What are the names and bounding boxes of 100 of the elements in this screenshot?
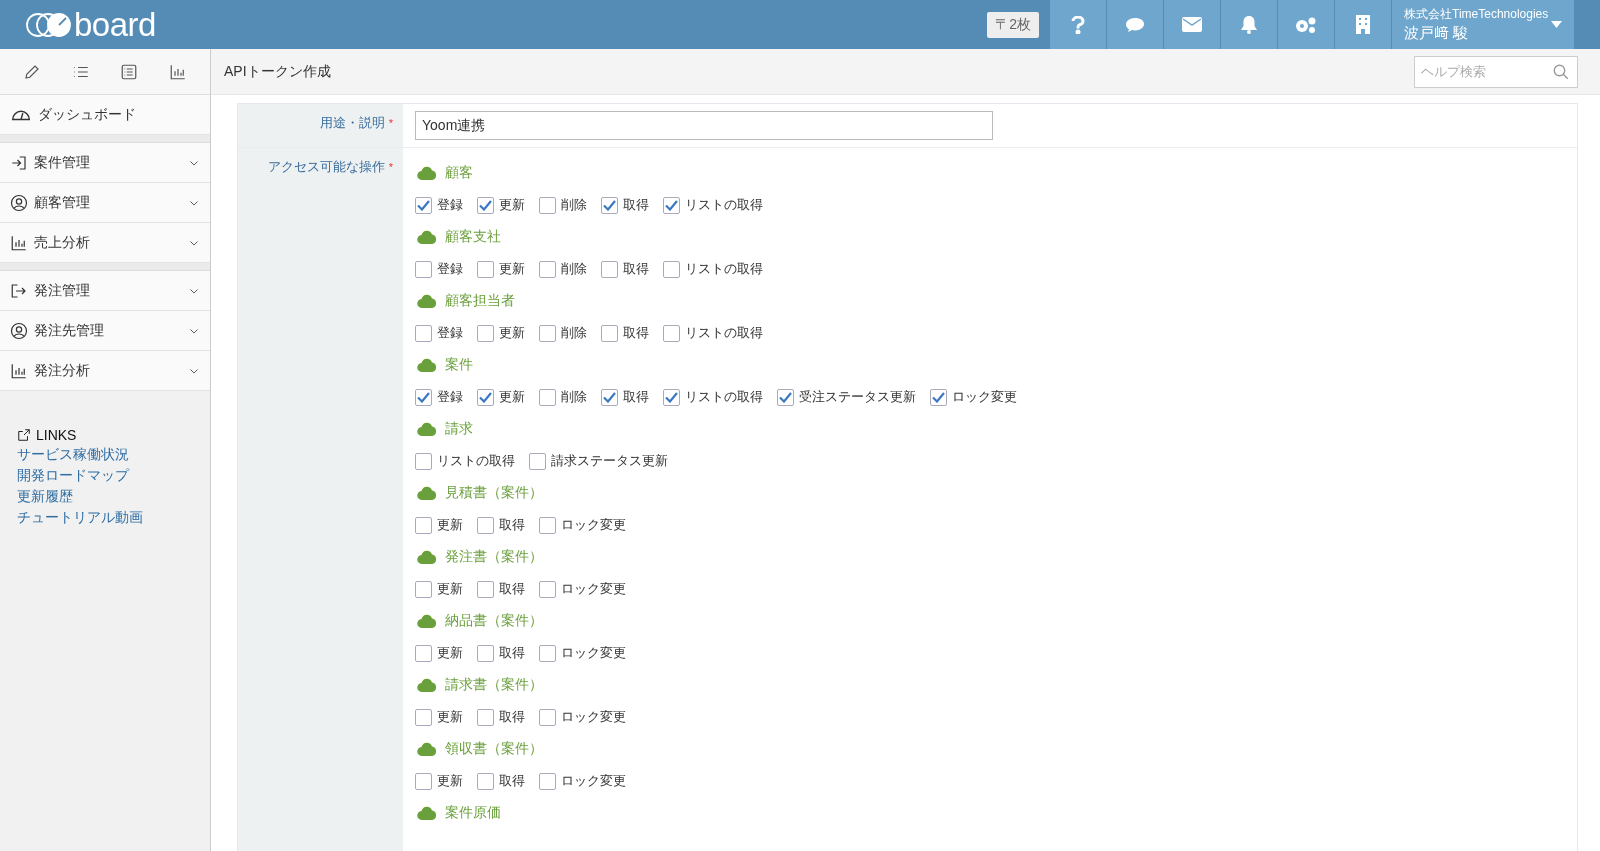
checkbox-label: 取得	[623, 260, 649, 278]
cloud-icon	[417, 486, 437, 500]
checkbox[interactable]	[663, 196, 680, 214]
checkbox[interactable]	[415, 196, 432, 214]
list-box-icon	[120, 62, 139, 81]
checkbox[interactable]	[601, 196, 618, 214]
checkbox[interactable]	[539, 516, 556, 534]
checkbox[interactable]	[477, 772, 494, 790]
checkbox[interactable]	[539, 580, 556, 598]
checkbox[interactable]	[415, 452, 432, 470]
checkbox[interactable]	[539, 196, 556, 214]
sidebar-link[interactable]: チュートリアル動画	[17, 509, 193, 527]
checkbox[interactable]	[415, 708, 432, 726]
checkbox-label: 受注ステータス更新	[799, 388, 916, 406]
checkbox[interactable]	[477, 644, 494, 662]
checkbox[interactable]	[415, 260, 432, 278]
checkbox[interactable]	[601, 324, 618, 342]
cloud-icon	[417, 294, 437, 308]
cloud-icon	[417, 422, 437, 436]
checkbox[interactable]	[477, 196, 494, 214]
sidebar-link[interactable]: サービス稼働状況	[17, 446, 193, 464]
checkbox[interactable]	[777, 388, 794, 406]
checkbox-label: 更新	[437, 580, 463, 598]
sidebar-item[interactable]: 発注管理	[0, 271, 210, 311]
help-button[interactable]	[1050, 0, 1106, 49]
checkbox-label: 取得	[623, 388, 649, 406]
checkbox-label: 取得	[499, 708, 525, 726]
purpose-field[interactable]: Yoom連携	[415, 111, 993, 140]
checkbox[interactable]	[601, 260, 618, 278]
checkbox[interactable]	[477, 260, 494, 278]
sidebar-item[interactable]: 顧客管理	[0, 183, 210, 223]
page-title: APIトークン作成	[224, 62, 331, 81]
sidebar-item[interactable]: 発注分析	[0, 351, 210, 391]
checkbox[interactable]	[539, 708, 556, 726]
checkbox[interactable]	[539, 260, 556, 278]
checkbox[interactable]	[539, 644, 556, 662]
checkbox[interactable]	[415, 644, 432, 662]
group-heading: 請求書（案件）	[445, 676, 543, 694]
checkbox[interactable]	[930, 388, 947, 406]
checkbox[interactable]	[663, 324, 680, 342]
checkbox-label: 取得	[499, 644, 525, 662]
cloud-icon	[417, 806, 437, 820]
chart-icon	[10, 361, 28, 380]
checkbox-label: 取得	[623, 324, 649, 342]
sidebar-item[interactable]: 発注先管理	[0, 311, 210, 351]
group-heading: 案件	[445, 356, 473, 374]
checkbox[interactable]	[539, 388, 556, 406]
cloud-icon	[417, 678, 437, 692]
company-button[interactable]	[1335, 0, 1391, 49]
chat-button[interactable]	[1107, 0, 1163, 49]
exit-icon	[10, 281, 28, 300]
checkbox-label: 更新	[499, 324, 525, 342]
sidebar-item[interactable]: ダッシュボード	[0, 95, 210, 135]
checkbox-label: ロック変更	[561, 772, 626, 790]
checkbox-label: ロック変更	[561, 644, 626, 662]
checkbox[interactable]	[539, 772, 556, 790]
checkbox-label: 更新	[499, 388, 525, 406]
bell-icon	[1240, 15, 1258, 34]
checkbox[interactable]	[477, 516, 494, 534]
checkbox-label: 登録	[437, 260, 463, 278]
postal-badge[interactable]: 〒2枚	[987, 11, 1039, 38]
checkbox[interactable]	[663, 388, 680, 406]
search-icon	[1552, 62, 1570, 81]
group-heading: 領収書（案件）	[445, 740, 543, 758]
notification-button[interactable]	[1221, 0, 1277, 49]
checkbox[interactable]	[539, 324, 556, 342]
cloud-icon	[417, 550, 437, 564]
required-mark: *	[388, 161, 393, 173]
checkbox[interactable]	[415, 772, 432, 790]
checkbox[interactable]	[477, 388, 494, 406]
checkbox[interactable]	[529, 452, 546, 470]
sidebar-link[interactable]: 開発ロードマップ	[17, 467, 193, 485]
checkbox[interactable]	[415, 516, 432, 534]
company-name: 株式会社TimeTechnologies	[1404, 6, 1549, 23]
checkbox-label: 削除	[561, 324, 587, 342]
checkbox-label: ロック変更	[952, 388, 1017, 406]
checkbox-label: 登録	[437, 324, 463, 342]
checkbox[interactable]	[415, 388, 432, 406]
checkbox[interactable]	[663, 260, 680, 278]
group-heading: 請求	[445, 420, 473, 438]
caret-icon	[1551, 21, 1562, 28]
checkbox[interactable]	[415, 580, 432, 598]
mail-button[interactable]	[1164, 0, 1220, 49]
checkbox-label: 削除	[561, 196, 587, 214]
checkbox[interactable]	[477, 708, 494, 726]
chart-icon	[10, 233, 28, 252]
sidebar-item[interactable]: 案件管理	[0, 143, 210, 183]
sidebar-item[interactable]: 売上分析	[0, 223, 210, 263]
links-heading: LINKS	[36, 427, 77, 443]
checkbox[interactable]	[477, 580, 494, 598]
group-heading: 顧客支社	[445, 228, 501, 246]
checkbox[interactable]	[415, 324, 432, 342]
cloud-icon	[417, 614, 437, 628]
help-search-field[interactable]: ヘルプ検索	[1414, 55, 1578, 88]
cloud-icon	[417, 742, 437, 756]
sidebar-link[interactable]: 更新履歴	[17, 488, 193, 506]
settings-button[interactable]	[1278, 0, 1334, 49]
checkbox[interactable]	[477, 324, 494, 342]
checkbox-label: 更新	[437, 708, 463, 726]
checkbox[interactable]	[601, 388, 618, 406]
